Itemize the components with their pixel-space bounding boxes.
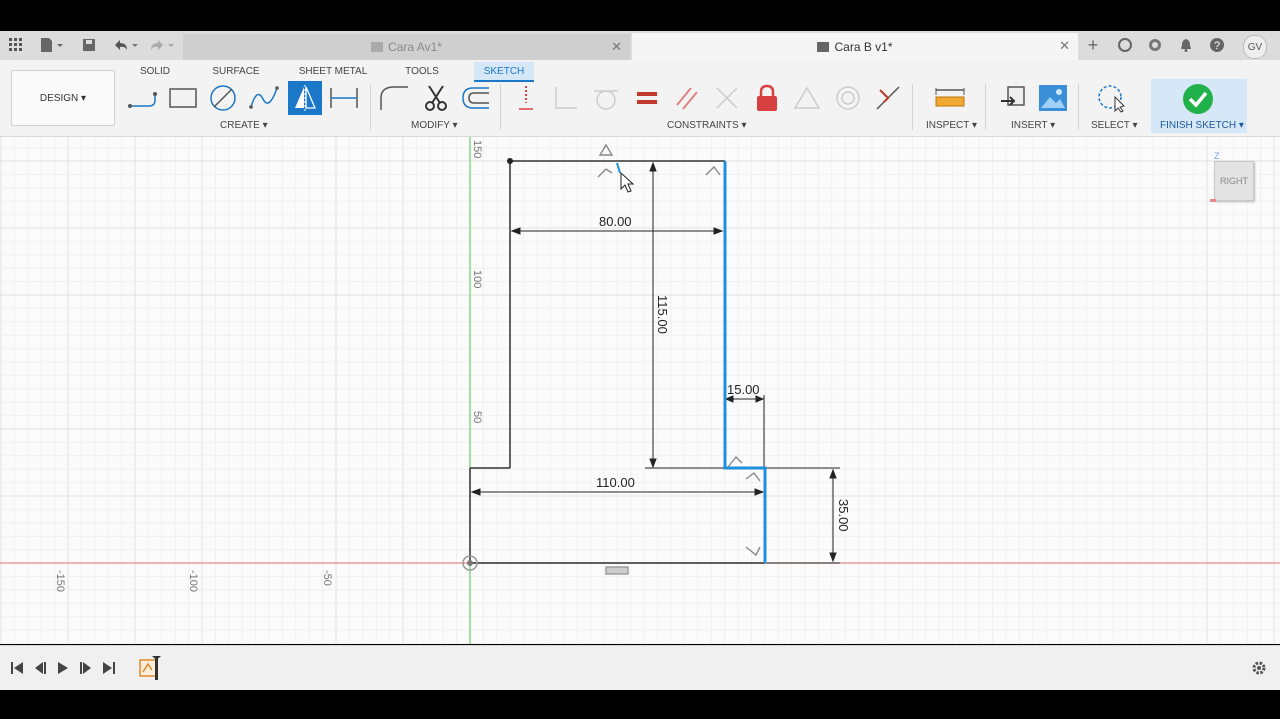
insert-derive-icon[interactable] [997, 82, 1029, 114]
sketch-graphics[interactable]: 150 100 50 -150 -100 -50 80.00 115.00 15… [0, 137, 1280, 644]
select-window-icon[interactable] [1095, 82, 1127, 114]
step-forward-icon[interactable] [78, 660, 94, 676]
extensions-icon[interactable] [1116, 36, 1134, 54]
user-avatar[interactable]: GV [1243, 35, 1267, 59]
axis-tick-label: -50 [321, 570, 333, 586]
dimension-115[interactable]: 115.00 [655, 295, 670, 334]
dimension-15[interactable]: 15.00 [727, 382, 760, 397]
document-tab-title: Cara B v1* [834, 39, 893, 54]
tab-sheet-metal[interactable]: SHEET METAL [297, 62, 369, 80]
timeline-bar [0, 645, 1280, 690]
document-tab-title: Cara Av1* [388, 40, 442, 54]
viewcube-face-label: RIGHT [1220, 176, 1248, 186]
constraints-group-label[interactable]: CONSTRAINTS ▾ [667, 120, 746, 131]
tab-solid[interactable]: SOLID [133, 62, 177, 80]
fix-lock-icon[interactable] [751, 82, 783, 114]
viewcube-axis-indicator [1210, 199, 1216, 202]
perpendicular-constraint-icon[interactable] [550, 82, 582, 114]
new-tab-icon[interactable]: + [1082, 35, 1104, 55]
axis-tick-label: -100 [187, 570, 199, 592]
dimension-80[interactable]: 80.00 [599, 214, 632, 229]
close-icon[interactable]: ✕ [611, 39, 622, 55]
offset-tool-icon[interactable] [459, 82, 491, 114]
toolbar-separator [912, 84, 913, 130]
concentric-constraint-icon[interactable] [832, 82, 864, 114]
parallel-constraint-icon[interactable] [671, 82, 703, 114]
app-grid-icon[interactable] [8, 36, 24, 54]
job-status-icon[interactable] [1146, 36, 1164, 54]
sketch-dimension-tool-icon[interactable] [328, 82, 360, 114]
modify-group-label[interactable]: MODIFY ▾ [411, 120, 458, 131]
tab-surface[interactable]: SURFACE [207, 62, 265, 80]
finish-sketch-checkmark-icon[interactable] [1182, 83, 1214, 115]
file-menu-icon[interactable] [38, 36, 66, 54]
symmetry-constraint-icon[interactable] [791, 82, 823, 114]
circle-tool-icon[interactable] [207, 82, 239, 114]
play-icon[interactable] [55, 660, 71, 676]
toolbar-separator [985, 84, 986, 130]
axis-tick-label: 100 [471, 270, 483, 288]
axis-tick-label: -150 [54, 570, 66, 592]
help-icon[interactable]: ? [1208, 36, 1226, 54]
save-icon[interactable] [80, 36, 98, 54]
line-tool-icon[interactable] [127, 82, 159, 114]
finish-sketch-label[interactable]: FINISH SKETCH ▾ [1160, 120, 1244, 131]
create-group-label[interactable]: CREATE ▾ [220, 120, 268, 131]
document-tab-cara-b[interactable]: Cara B v1* ✕ [632, 33, 1078, 60]
axis-tick-label: 150 [471, 140, 483, 158]
midpoint-constraint-icon[interactable] [872, 82, 904, 114]
axis-tick-label: 50 [471, 411, 483, 423]
go-to-start-icon[interactable] [9, 660, 25, 676]
spline-tool-icon[interactable] [248, 82, 280, 114]
close-icon[interactable]: ✕ [1059, 38, 1070, 54]
insert-group-label[interactable]: INSERT ▾ [1011, 120, 1055, 131]
title-tab-bar: Cara Av1* ✕ Cara B v1* ✕ + ? GV [0, 31, 1280, 60]
svg-text:?: ? [1214, 40, 1220, 52]
tab-tools[interactable]: TOOLS [400, 62, 444, 80]
dimension-35[interactable]: 35.00 [836, 499, 851, 532]
notifications-bell-icon[interactable] [1177, 36, 1195, 54]
undo-icon[interactable] [110, 36, 140, 54]
viewcube-axis-z-label: Z [1214, 151, 1220, 161]
redo-icon[interactable] [146, 36, 176, 54]
document-icon [817, 41, 830, 52]
sketch-canvas[interactable]: 150 100 50 -150 -100 -50 80.00 115.00 15… [0, 137, 1280, 644]
timeline-settings-gear-icon[interactable] [1251, 660, 1267, 676]
mirror-tool-icon[interactable] [288, 81, 322, 115]
coincident-constraint-icon[interactable] [510, 82, 542, 114]
design-workspace-dropdown[interactable]: DESIGN ▾ [11, 70, 115, 126]
go-to-end-icon[interactable] [101, 660, 117, 676]
toolbar-separator [500, 84, 501, 130]
fillet-tool-icon[interactable] [378, 82, 410, 114]
trim-scissors-icon[interactable] [420, 82, 452, 114]
insert-canvas-image-icon[interactable] [1037, 82, 1069, 114]
dimension-110[interactable]: 110.00 [596, 475, 635, 490]
step-back-icon[interactable] [32, 660, 48, 676]
tangent-constraint-icon[interactable] [590, 82, 622, 114]
document-tab-cara-a[interactable]: Cara Av1* ✕ [183, 34, 630, 60]
document-icon [371, 42, 384, 52]
viewcube[interactable]: RIGHT [1214, 161, 1254, 201]
rectangle-tool-icon[interactable] [167, 82, 199, 114]
measure-ruler-icon[interactable] [934, 82, 966, 114]
toolbar: SOLID SURFACE SHEET METAL TOOLS SKETCH D… [0, 60, 1280, 137]
sketch-point[interactable] [507, 158, 513, 164]
horizontal-vertical-constraint-icon[interactable] [711, 82, 743, 114]
equal-constraint-icon[interactable] [631, 82, 663, 114]
grid [0, 137, 1280, 644]
toolbar-separator [370, 84, 371, 130]
tab-sketch[interactable]: SKETCH [474, 62, 534, 82]
origin-point-center [467, 560, 473, 566]
toolbar-separator [1078, 84, 1079, 130]
fusion-window: Cara Av1* ✕ Cara B v1* ✕ + ? GV SOLID SU… [0, 0, 1280, 719]
select-group-label[interactable]: SELECT ▾ [1091, 120, 1138, 131]
timeline-sketch-feature-icon[interactable] [138, 654, 164, 682]
inspect-group-label[interactable]: INSPECT ▾ [926, 120, 977, 131]
